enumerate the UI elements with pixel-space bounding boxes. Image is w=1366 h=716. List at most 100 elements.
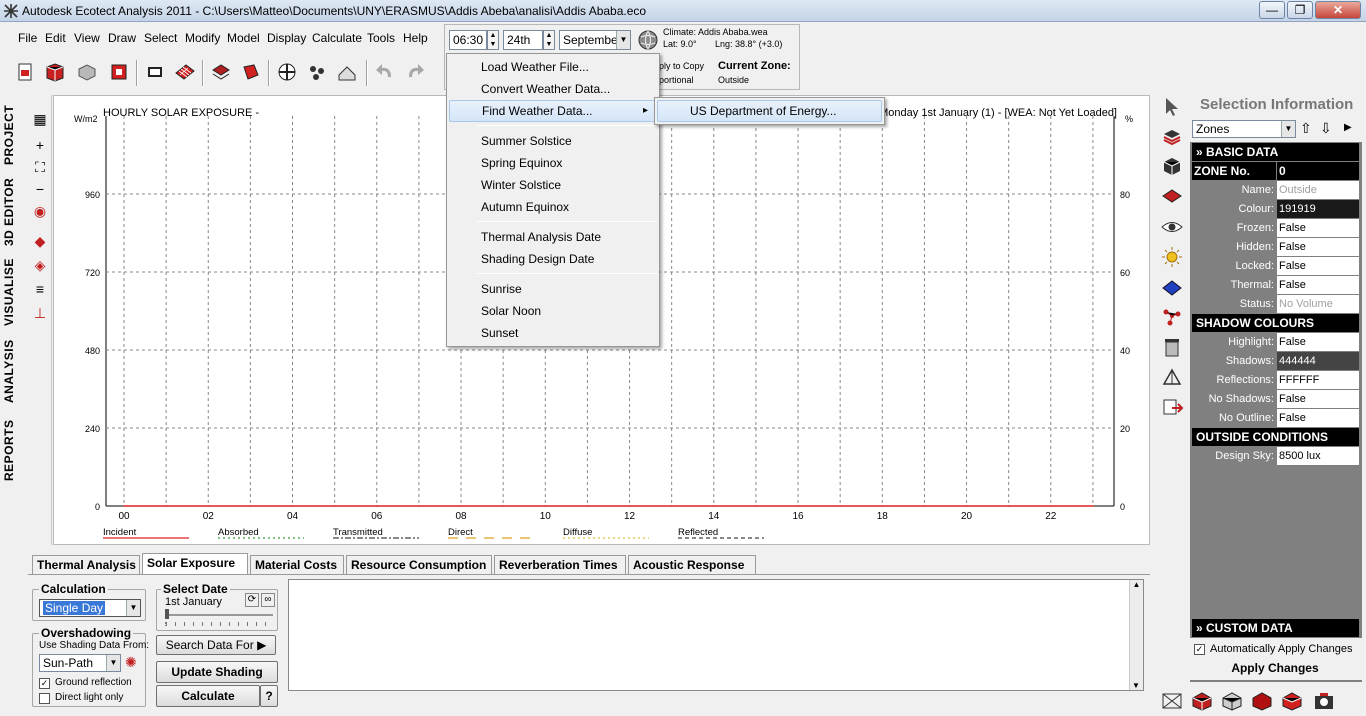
property-value[interactable]: False (1277, 219, 1359, 237)
object-icon[interactable] (240, 61, 262, 83)
property-value[interactable]: False (1277, 333, 1359, 351)
property-value[interactable]: FFFFFF (1277, 371, 1359, 389)
date-slider-thumb[interactable] (165, 609, 169, 619)
menu-item-solar-noon[interactable]: Solar Noon (449, 300, 657, 322)
grid-icon[interactable] (174, 61, 196, 83)
results-text-area[interactable]: ▲ ▼ (288, 579, 1144, 691)
menu-item-thermal-analysis-date[interactable]: Thermal Analysis Date (449, 226, 657, 248)
save-model-icon[interactable] (76, 61, 98, 83)
menu-item-find-weather-data[interactable]: Find Weather Data... ▸ (449, 100, 657, 122)
property-value[interactable]: False (1277, 390, 1359, 408)
menu-item-summer-solstice[interactable]: Summer Solstice (449, 130, 657, 152)
time-field[interactable]: 06:30 (449, 30, 487, 50)
material-icon[interactable]: ◈ (31, 257, 49, 273)
menu-select[interactable]: Select (144, 31, 177, 45)
menu-item-sunrise[interactable]: Sunrise (449, 278, 657, 300)
new-file-icon[interactable] (14, 61, 36, 83)
property-value[interactable]: 444444 (1277, 352, 1359, 370)
open-model-icon[interactable] (44, 61, 66, 83)
property-value[interactable]: False (1277, 409, 1359, 427)
building-icon[interactable] (336, 61, 358, 83)
view-icon[interactable]: ▦ (31, 111, 49, 127)
materials-icon[interactable] (1160, 186, 1184, 208)
fit-view-icon[interactable]: ⛶ (31, 159, 49, 175)
zoom-out-icon[interactable]: − (31, 181, 49, 197)
tab-analysis[interactable]: ANALYSIS (2, 337, 24, 405)
zoom-in-icon[interactable]: + (31, 137, 49, 153)
menu-modify[interactable]: Modify (185, 31, 220, 45)
tab-resource-consumption[interactable]: Resource Consumption (346, 555, 492, 575)
property-value[interactable]: Outside (1277, 181, 1359, 199)
link-icon[interactable]: ∞ (261, 593, 275, 607)
undo-icon[interactable] (374, 61, 396, 83)
minimize-button[interactable]: — (1259, 1, 1285, 19)
menu-display[interactable]: Display (267, 31, 306, 45)
chevron-right-icon[interactable]: ▶ (1344, 122, 1352, 133)
menu-item-convert-weather-data[interactable]: Convert Weather Data... (449, 78, 657, 100)
menu-item-winter-solstice[interactable]: Winter Solstice (449, 174, 657, 196)
redo-icon[interactable] (404, 61, 426, 83)
month-select[interactable]: September ▼ (559, 30, 631, 50)
scroll-up-icon[interactable]: ▲ (1130, 580, 1143, 589)
selection-type-select[interactable]: Zones ▼ (1192, 120, 1296, 138)
flag-icon[interactable] (108, 61, 130, 83)
refresh-icon[interactable]: ⟳ (245, 593, 259, 607)
menu-edit[interactable]: Edit (45, 31, 66, 45)
day-field[interactable]: 24th (503, 30, 543, 50)
globe-icon[interactable] (637, 29, 659, 51)
network-icon[interactable] (1160, 306, 1184, 328)
property-value[interactable]: False (1277, 276, 1359, 294)
apply-changes-button[interactable]: Apply Changes (1192, 659, 1358, 677)
day-spinner[interactable]: ▲ ▼ (543, 30, 555, 50)
render-view-icon[interactable] (1280, 690, 1304, 712)
tab-project[interactable]: PROJECT (2, 103, 24, 167)
cube-icon[interactable] (1160, 156, 1184, 178)
export-icon[interactable] (1160, 396, 1184, 418)
transform-icon[interactable] (1160, 366, 1184, 388)
shaded-view-icon[interactable] (1250, 690, 1274, 712)
menu-calculate[interactable]: Calculate (312, 31, 362, 45)
property-value[interactable]: False (1277, 238, 1359, 256)
tab-reports[interactable]: REPORTS (2, 417, 24, 483)
list-icon[interactable]: ≡ (31, 281, 49, 297)
menu-view[interactable]: View (74, 31, 100, 45)
layers-icon[interactable]: ◆ (31, 233, 49, 249)
menu-item-us-department-of-energy[interactable]: US Department of Energy... (657, 100, 882, 122)
eye-icon[interactable] (1160, 216, 1184, 238)
shadow-colours-header[interactable]: SHADOW COLOURS (1192, 314, 1359, 332)
menu-draw[interactable]: Draw (108, 31, 136, 45)
property-value[interactable]: 8500 lux (1277, 447, 1359, 465)
trash-icon[interactable] (1160, 336, 1184, 358)
shading-icon[interactable] (276, 61, 298, 83)
tab-reverberation-times[interactable]: Reverberation Times (494, 555, 626, 575)
date-slider-track[interactable] (165, 614, 273, 616)
menu-file[interactable]: File (18, 31, 37, 45)
outside-conditions-header[interactable]: OUTSIDE CONDITIONS (1192, 428, 1359, 446)
menu-model[interactable]: Model (227, 31, 260, 45)
arrow-up-icon[interactable]: ⇧ (1300, 120, 1312, 137)
maximize-button[interactable]: ❐ (1287, 1, 1313, 19)
update-shading-button[interactable]: Update Shading (156, 661, 278, 683)
calculation-select[interactable]: Single Day ▼ (39, 599, 141, 617)
basic-data-header[interactable]: » BASIC DATA (1192, 143, 1359, 161)
axis-icon[interactable]: ⊥ (31, 305, 49, 321)
tab-visualise[interactable]: VISUALISE (2, 258, 24, 326)
tab-acoustic-response[interactable]: Acoustic Response (628, 555, 756, 575)
arrow-down-icon[interactable]: ⇩ (1320, 120, 1332, 137)
particles-icon[interactable] (306, 61, 328, 83)
menu-item-spring-equinox[interactable]: Spring Equinox (449, 152, 657, 174)
select-arrow-icon[interactable] (1160, 96, 1184, 118)
menu-help[interactable]: Help (403, 31, 428, 45)
scroll-down-icon[interactable]: ▼ (1130, 681, 1142, 690)
perspective-icon[interactable] (1160, 690, 1184, 712)
property-value[interactable]: No Volume (1277, 295, 1359, 313)
sunburst-icon[interactable]: ✺ (125, 654, 141, 670)
help-button[interactable]: ? (260, 685, 278, 707)
model-view-icon[interactable] (1190, 690, 1214, 712)
results-scrollbar[interactable]: ▲ ▼ (1129, 580, 1143, 690)
solar-panel-icon[interactable] (1160, 276, 1184, 298)
tab-material-costs[interactable]: Material Costs (250, 555, 344, 575)
property-value[interactable]: 191919 (1277, 200, 1359, 218)
menu-tools[interactable]: Tools (367, 31, 395, 45)
display-icon[interactable] (144, 61, 166, 83)
